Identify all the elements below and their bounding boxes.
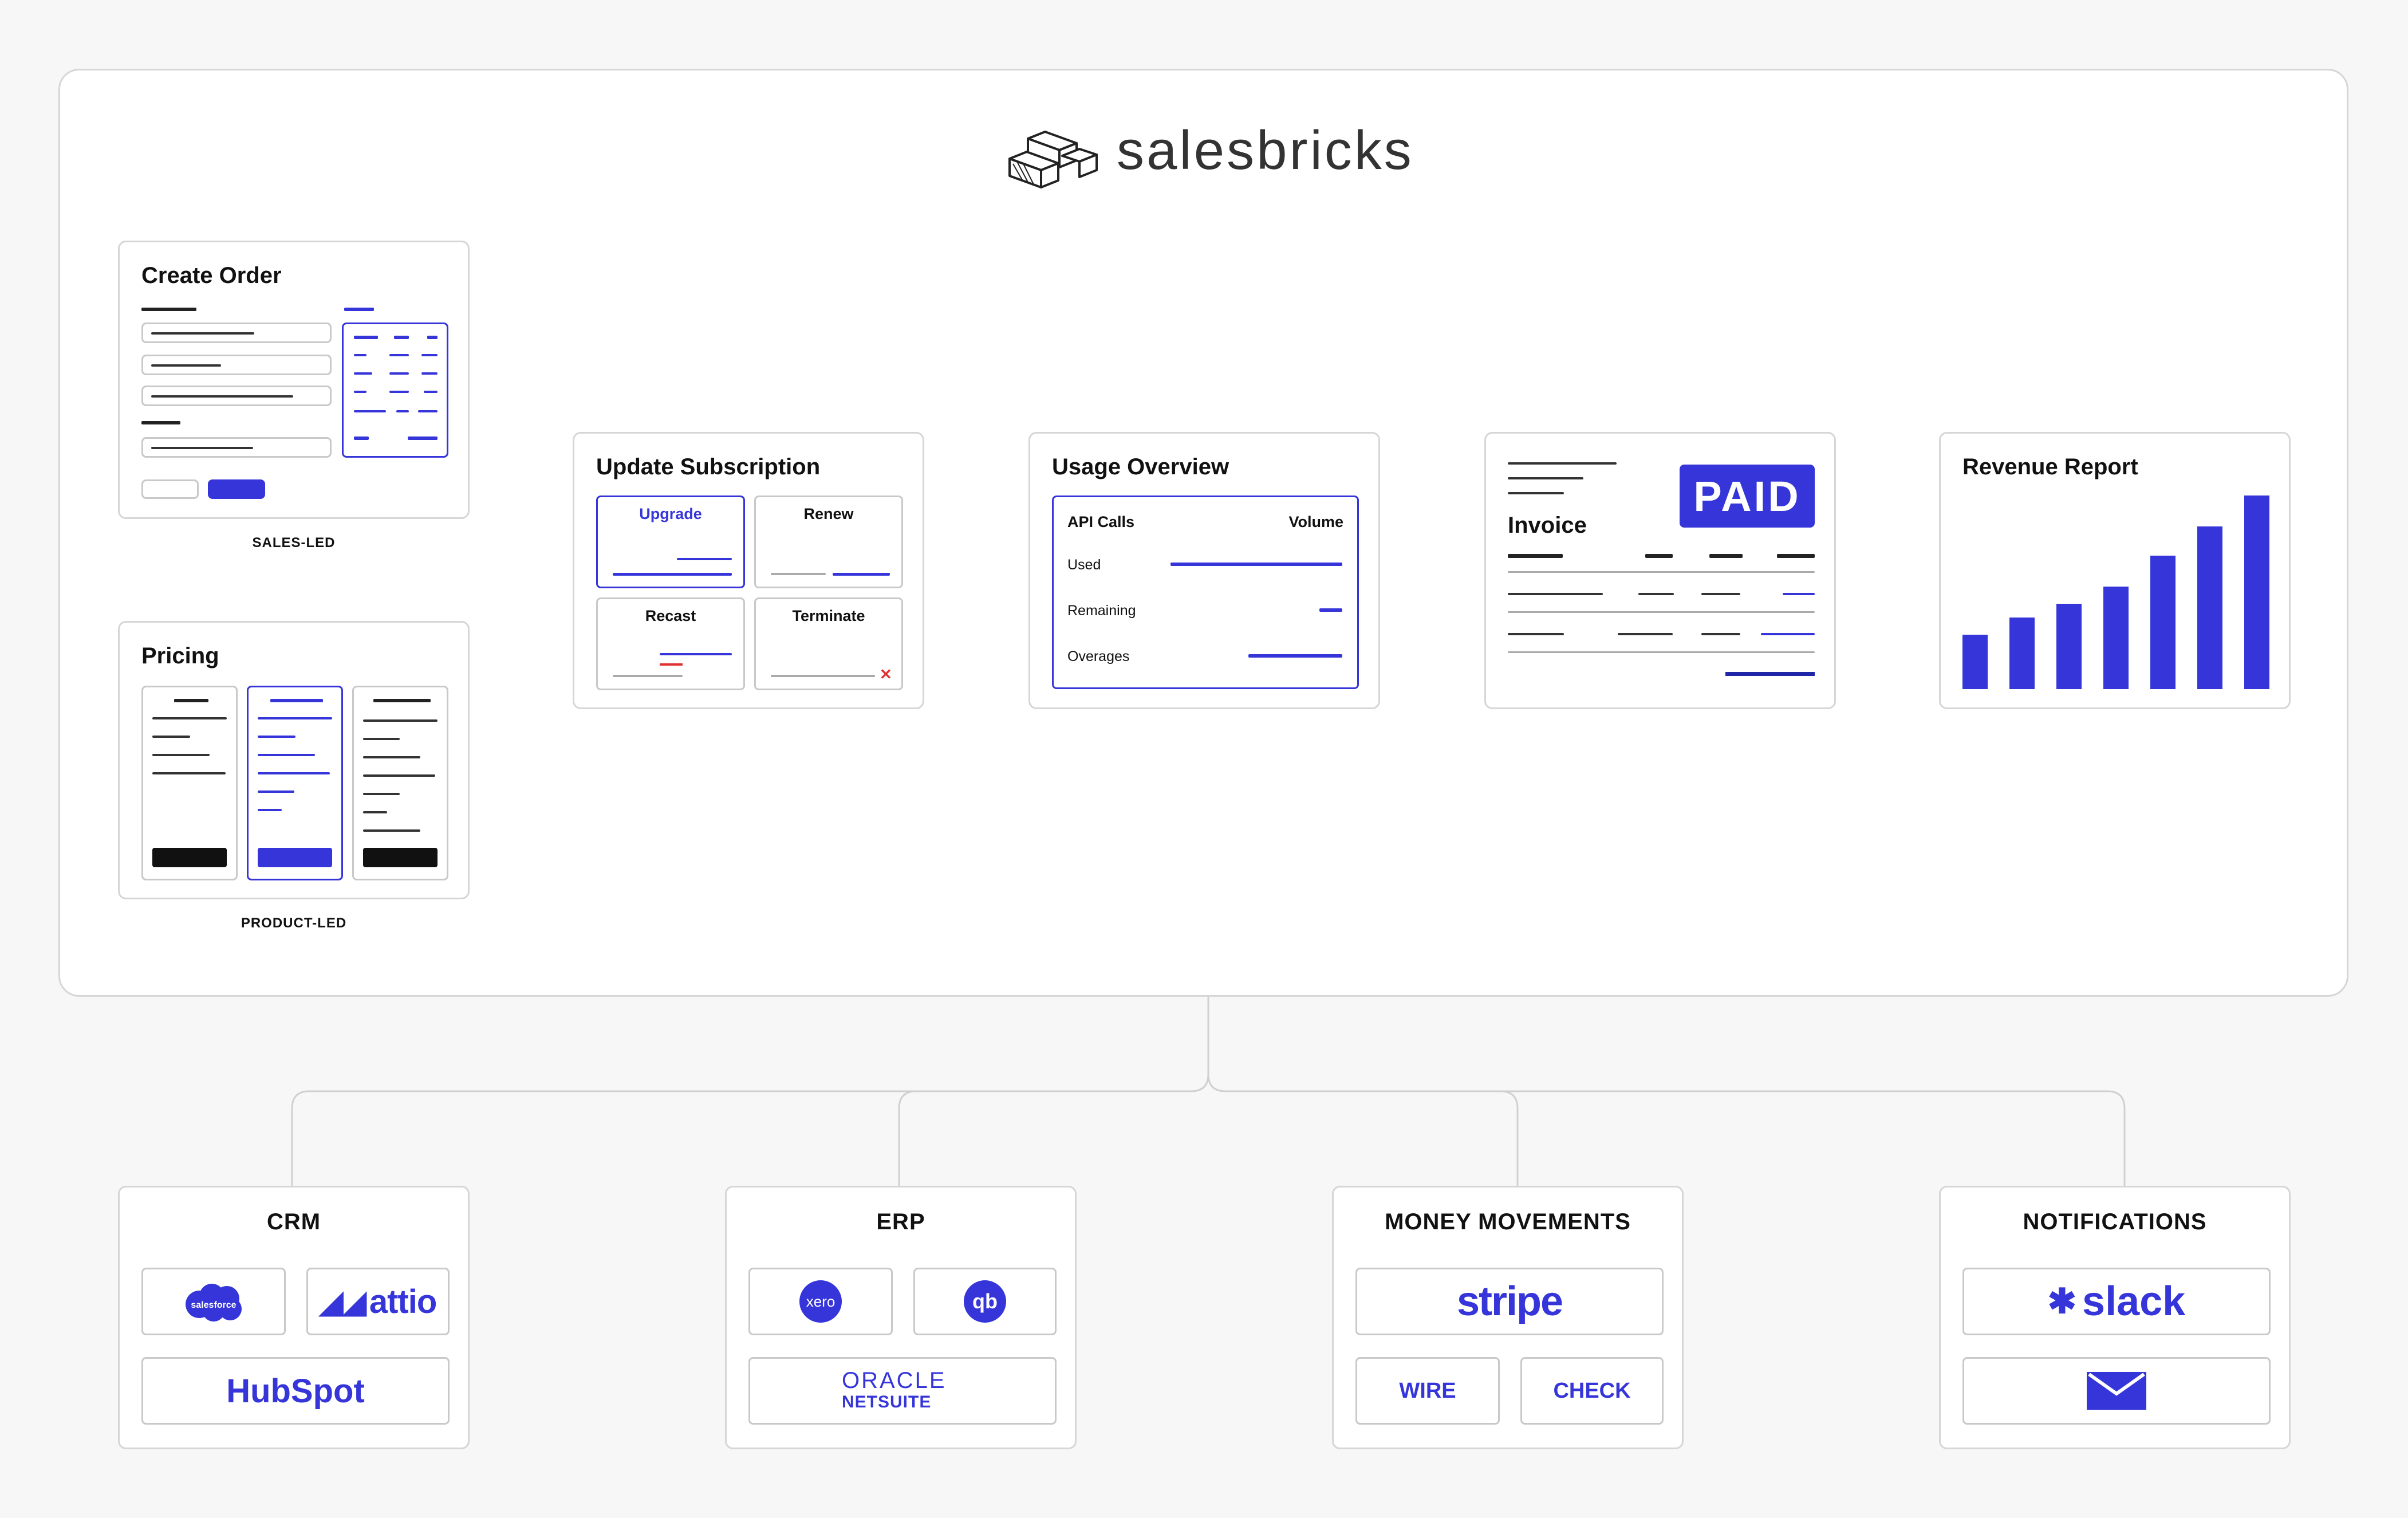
usage-overview-card: Usage Overview API Calls Volume Used Rem… (1028, 432, 1380, 709)
terminate-x-icon: ✕ (880, 666, 892, 683)
order-field-1[interactable] (141, 323, 332, 343)
revenue-bar-4 (2103, 587, 2129, 689)
crm-title: CRM (266, 1209, 321, 1234)
pricing-title: Pricing (141, 643, 219, 668)
erp-title: ERP (876, 1209, 925, 1234)
update-subscription-title: Update Subscription (596, 454, 821, 479)
hubspot-logo[interactable]: HubSpot (141, 1357, 450, 1425)
usage-row-overages: Overages (1067, 648, 1130, 664)
email-icon (2087, 1372, 2146, 1410)
revenue-report-title: Revenue Report (1962, 454, 2138, 479)
quickbooks-logo[interactable]: qb (913, 1268, 1057, 1335)
notifications-card: NOTIFICATIONS ✱ slack (1939, 1186, 2291, 1449)
usage-header-api-calls: API Calls (1067, 513, 1135, 530)
email-option[interactable] (1962, 1357, 2271, 1425)
sales-led-caption: SALES-LED (252, 535, 336, 550)
connector-erp (898, 1090, 917, 1186)
notifications-title: NOTIFICATIONS (2023, 1209, 2207, 1234)
order-submit-button[interactable] (208, 479, 265, 499)
paid-badge: PAID (1680, 465, 1815, 528)
salesbricks-logo-icon (1005, 127, 1099, 193)
revenue-bar-1 (1962, 635, 1988, 689)
invoice-card: PAID Invoice (1484, 432, 1836, 709)
usage-row-remaining: Remaining (1067, 603, 1136, 619)
terminate-option[interactable]: Terminate ✕ (754, 597, 903, 690)
order-field-4[interactable] (141, 437, 332, 458)
pricing-tier-2-selected[interactable] (247, 686, 343, 880)
pricing-tier-3[interactable] (352, 686, 448, 880)
order-cancel-button[interactable] (141, 479, 199, 499)
revenue-bar-5 (2150, 556, 2176, 689)
update-subscription-card: Update Subscription Upgrade Renew Recast… (573, 432, 924, 709)
revenue-bar-chart (1962, 495, 2269, 689)
stripe-logo[interactable]: stripe (1355, 1268, 1664, 1335)
revenue-bar-3 (2056, 604, 2082, 689)
connector-notifications (1207, 1073, 2126, 1186)
create-order-title: Create Order (141, 263, 282, 288)
upgrade-option[interactable]: Upgrade (596, 495, 745, 588)
invoice-title: Invoice (1508, 513, 1587, 538)
usage-row-used: Used (1067, 557, 1101, 573)
pricing-tier-1[interactable] (141, 686, 238, 880)
revenue-bar-6 (2197, 526, 2222, 689)
brand-name: salesbricks (1117, 120, 1414, 181)
money-movements-title: MONEY MOVEMENTS (1385, 1209, 1631, 1234)
order-summary-panel (342, 323, 448, 458)
crm-card: CRM salesforce ◢◢ attio HubSpot (118, 1186, 470, 1449)
pricing-card: Pricing (118, 621, 470, 899)
xero-logo[interactable]: xero (748, 1268, 893, 1335)
slack-logo[interactable]: ✱ slack (1962, 1268, 2271, 1335)
svg-text:salesforce: salesforce (191, 1300, 236, 1310)
revenue-bar-7 (2244, 495, 2269, 689)
renew-option[interactable]: Renew (754, 495, 903, 588)
attio-logo[interactable]: ◢◢ attio (306, 1268, 450, 1335)
connector-money (1500, 1090, 1519, 1186)
product-led-caption: PRODUCT-LED (241, 915, 347, 931)
wire-option[interactable]: WIRE (1355, 1357, 1500, 1425)
order-field-3[interactable] (141, 386, 332, 406)
usage-overview-title: Usage Overview (1052, 454, 1229, 479)
check-option[interactable]: CHECK (1520, 1357, 1664, 1425)
usage-header-volume: Volume (1288, 513, 1343, 530)
revenue-bar-2 (2009, 618, 2035, 689)
erp-card: ERP xero qb ORACLE NETSUITE (725, 1186, 1077, 1449)
attio-icon: ◢◢ (319, 1284, 366, 1319)
create-order-card: Create Order (118, 241, 470, 519)
oracle-netsuite-logo[interactable]: ORACLE NETSUITE (748, 1357, 1057, 1425)
order-field-2[interactable] (141, 355, 332, 375)
recast-option[interactable]: Recast (596, 597, 745, 690)
connector-crm (291, 997, 1209, 1186)
slack-icon: ✱ (2047, 1282, 2077, 1320)
money-movements-card: MONEY MOVEMENTS stripe WIRE CHECK (1332, 1186, 1684, 1449)
salesforce-logo[interactable]: salesforce (141, 1268, 286, 1335)
usage-table: API Calls Volume Used Remaining Overages (1052, 495, 1359, 689)
revenue-report-card: Revenue Report (1939, 432, 2291, 709)
